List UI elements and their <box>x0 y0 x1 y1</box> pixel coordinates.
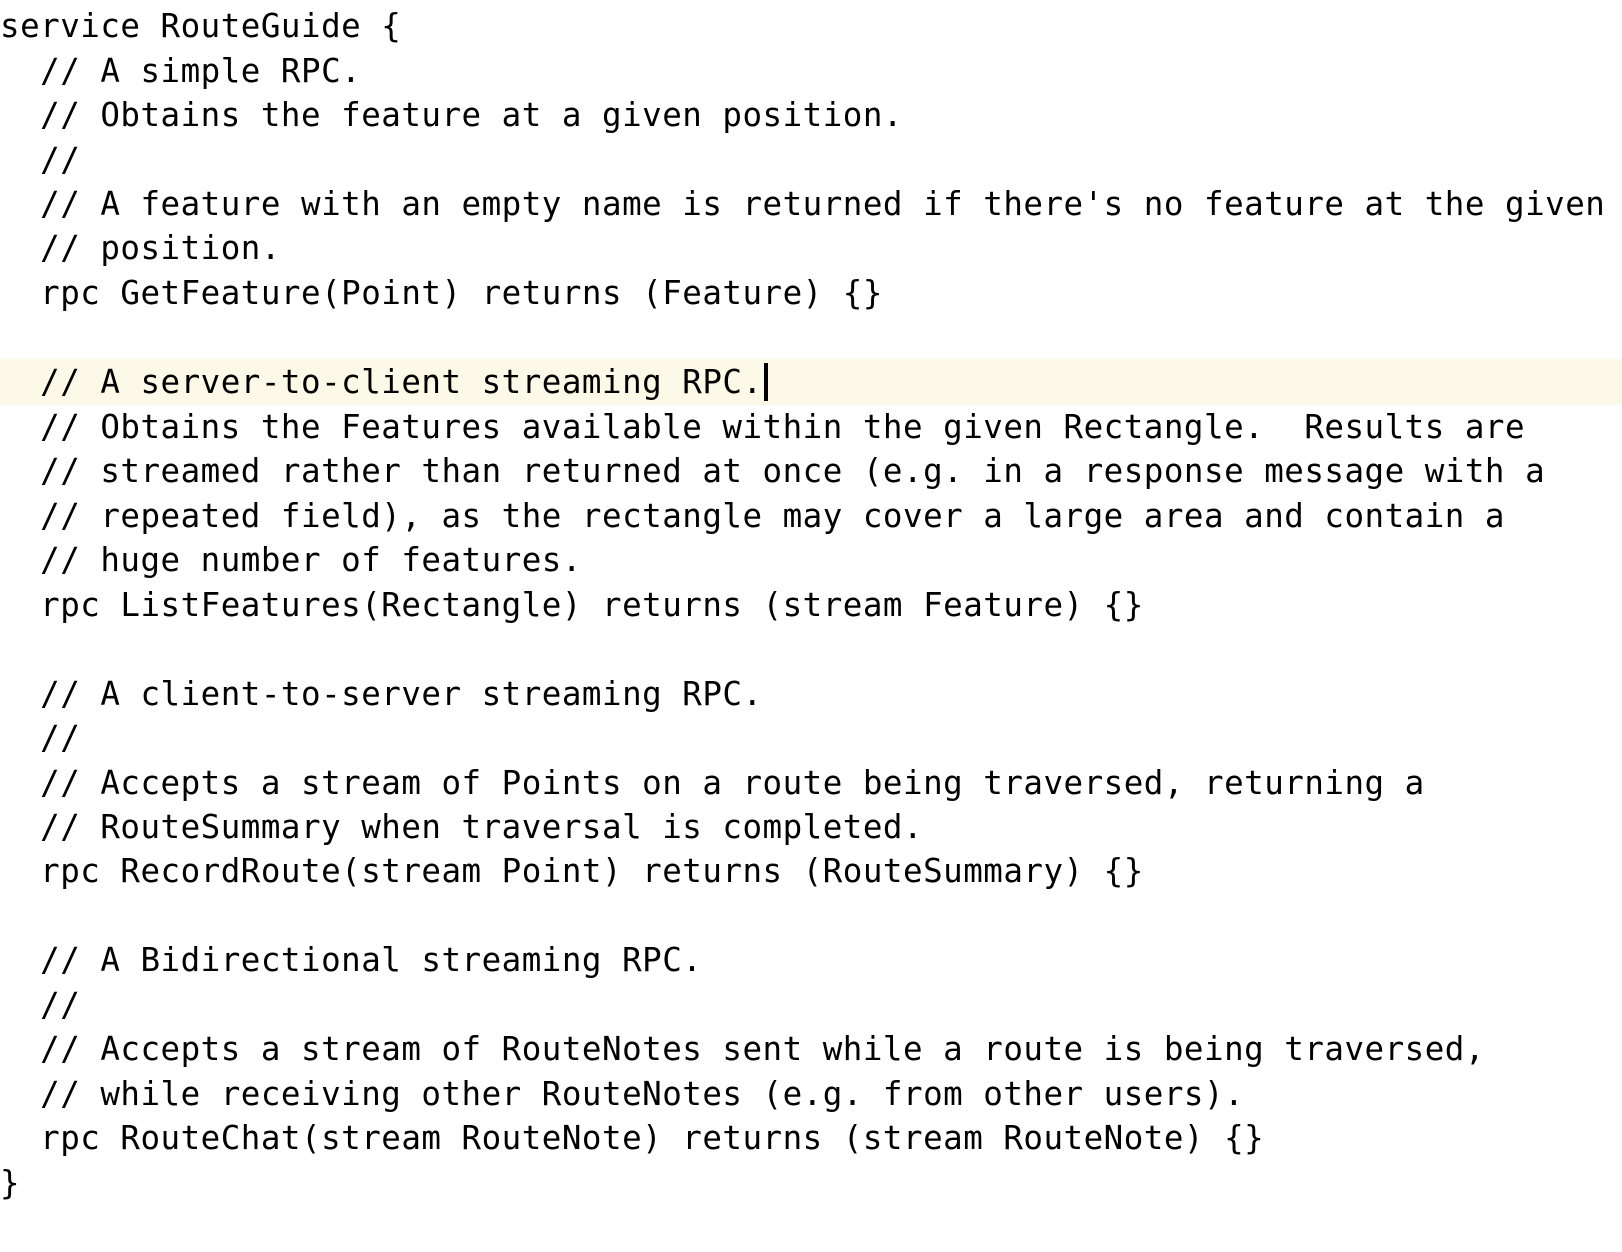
code-line[interactable]: // A feature with an empty name is retur… <box>0 181 1622 227</box>
code-line-text: // Obtains the feature at a given positi… <box>0 96 903 134</box>
code-line[interactable]: // while receiving other RouteNotes (e.g… <box>0 1071 1622 1117</box>
code-line-text: // huge number of features. <box>0 541 582 579</box>
code-line[interactable]: rpc RouteChat(stream RouteNote) returns … <box>0 1115 1622 1161</box>
code-line-text: // A client-to-server streaming RPC. <box>0 675 763 713</box>
text-caret <box>763 363 768 401</box>
code-line-text: } <box>0 1164 21 1202</box>
code-line[interactable]: // streamed rather than returned at once… <box>0 448 1622 494</box>
code-line-blank[interactable] <box>0 314 1622 360</box>
code-line-text: // A simple RPC. <box>0 52 362 90</box>
code-line[interactable]: // <box>0 982 1622 1028</box>
code-line-blank[interactable] <box>0 626 1622 672</box>
code-line[interactable]: // position. <box>0 225 1622 271</box>
code-editor[interactable]: service RouteGuide { // A simple RPC. //… <box>0 0 1622 1252</box>
code-line-text: // A feature with an empty name is retur… <box>0 185 1606 223</box>
code-line[interactable]: rpc RecordRoute(stream Point) returns (R… <box>0 848 1622 894</box>
code-line[interactable]: rpc GetFeature(Point) returns (Feature) … <box>0 270 1622 316</box>
code-line[interactable]: // Obtains the feature at a given positi… <box>0 92 1622 138</box>
code-line-text: // <box>0 141 81 179</box>
code-line-text: // A Bidirectional streaming RPC. <box>0 941 703 979</box>
code-line-blank[interactable] <box>0 893 1622 939</box>
code-line-text: rpc ListFeatures(Rectangle) returns (str… <box>0 586 1144 624</box>
code-line[interactable]: } <box>0 1160 1622 1206</box>
code-line-text: // <box>0 719 81 757</box>
code-line[interactable]: // repeated field), as the rectangle may… <box>0 493 1622 539</box>
code-line-text: rpc GetFeature(Point) returns (Feature) … <box>0 274 883 312</box>
code-line-text: // RouteSummary when traversal is comple… <box>0 808 924 846</box>
code-line-text: // Accepts a stream of Points on a route… <box>0 764 1425 802</box>
code-line-text: // position. <box>0 229 281 267</box>
code-line[interactable]: service RouteGuide { <box>0 3 1622 49</box>
code-line-text: rpc RouteChat(stream RouteNote) returns … <box>0 1119 1265 1157</box>
code-line-text: service RouteGuide { <box>0 7 402 45</box>
code-line[interactable]: // <box>0 715 1622 761</box>
code-line-text: // Accepts a stream of RouteNotes sent w… <box>0 1030 1485 1068</box>
code-line[interactable]: // A client-to-server streaming RPC. <box>0 671 1622 717</box>
code-line-text: // repeated field), as the rectangle may… <box>0 497 1505 535</box>
code-line[interactable]: rpc ListFeatures(Rectangle) returns (str… <box>0 582 1622 628</box>
code-line[interactable]: // Accepts a stream of Points on a route… <box>0 760 1622 806</box>
code-line[interactable]: // RouteSummary when traversal is comple… <box>0 804 1622 850</box>
code-line-text: // <box>0 986 81 1024</box>
code-line-text: // streamed rather than returned at once… <box>0 452 1546 490</box>
code-line-text: // Obtains the Features available within… <box>0 408 1526 446</box>
code-line[interactable]: // huge number of features. <box>0 537 1622 583</box>
code-line[interactable]: // A Bidirectional streaming RPC. <box>0 937 1622 983</box>
code-line[interactable]: // Obtains the Features available within… <box>0 404 1622 450</box>
code-line-text: // while receiving other RouteNotes (e.g… <box>0 1075 1245 1113</box>
code-line[interactable]: // A simple RPC. <box>0 48 1622 94</box>
code-line-text: // A server-to-client streaming RPC. <box>0 363 763 401</box>
code-line[interactable]: // Accepts a stream of RouteNotes sent w… <box>0 1026 1622 1072</box>
code-line-text: rpc RecordRoute(stream Point) returns (R… <box>0 852 1144 890</box>
current-code-line[interactable]: // A server-to-client streaming RPC. <box>0 359 1622 405</box>
code-line[interactable]: // <box>0 137 1622 183</box>
